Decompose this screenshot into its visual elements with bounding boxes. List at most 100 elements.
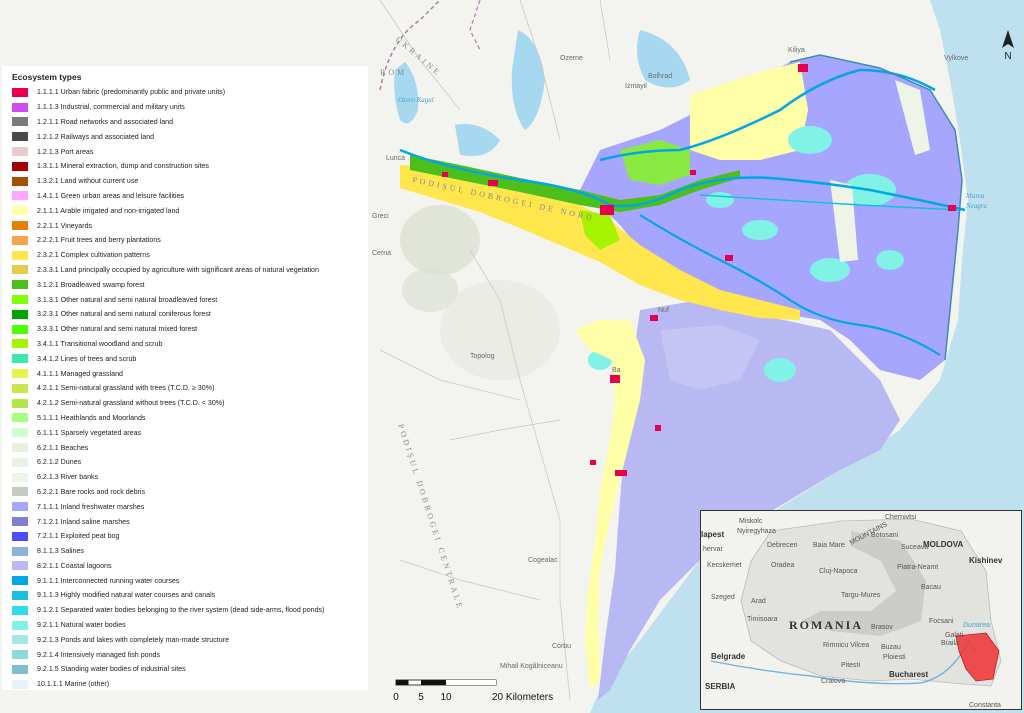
lake bbox=[810, 258, 850, 282]
legend-item: 6.2.1.1 Beaches bbox=[12, 440, 368, 455]
place-cerna: Cerna bbox=[372, 250, 391, 257]
place-mihail: Mihail Kogălniceanu bbox=[500, 663, 563, 670]
legend-item: 1.3.2.1 Land without current use bbox=[12, 174, 368, 189]
inset-label-rimnicu: Rimnicu Vilcea bbox=[823, 642, 869, 649]
legend-title: Ecosystem types bbox=[12, 72, 82, 82]
legend-swatch bbox=[12, 87, 28, 97]
inset-label-oradea: Oradea bbox=[771, 562, 794, 569]
legend-item-label: 3.3.3.1 Other natural and semi natural m… bbox=[37, 325, 198, 334]
legend-item-label: 8.2.1.1 Coastal lagoons bbox=[37, 561, 112, 570]
north-label: N bbox=[1004, 51, 1011, 62]
legend-item: 3.4.1.2 Lines of trees and scrub bbox=[12, 351, 368, 366]
lake bbox=[764, 358, 796, 382]
legend-item-label: 2.1.1.1 Arable irrigated and non-irrigat… bbox=[37, 206, 180, 215]
legend-item: 4.1.1.1 Managed grassland bbox=[12, 366, 368, 381]
inset-label-szeged: Szeged bbox=[711, 594, 735, 601]
legend-item: 3.4.1.1 Transitional woodland and scrub bbox=[12, 337, 368, 352]
legend-item: 6.2.2.1 Bare rocks and rock debris bbox=[12, 485, 368, 500]
legend-item: 8.1.1.3 Salines bbox=[12, 544, 368, 559]
legend-item-label: 6.2.1.1 Beaches bbox=[37, 443, 89, 452]
legend-item: 9.2.1.5 Standing water bodies of industr… bbox=[12, 662, 368, 677]
legend-swatch bbox=[12, 235, 28, 245]
legend-swatch bbox=[12, 250, 28, 260]
inset-label-bacau: Bacau bbox=[921, 584, 941, 591]
legend-swatch bbox=[12, 635, 28, 645]
place-cogealac: Cogealac bbox=[528, 557, 558, 564]
legend-swatch bbox=[12, 221, 28, 231]
legend-swatch bbox=[12, 354, 28, 364]
legend-swatch bbox=[12, 502, 28, 512]
legend-item-label: 1.1.1.3 Industrial, commercial and milit… bbox=[37, 103, 185, 112]
place-izmayil: Izmayil bbox=[625, 83, 647, 90]
inset-label-kecskemet: Kecskemet bbox=[707, 562, 742, 569]
legend-swatch bbox=[12, 369, 28, 379]
scale-tick-5: 5 bbox=[418, 692, 424, 703]
place-topolog: Topolog bbox=[470, 353, 495, 360]
legend-item: 7.2.1.1 Exploited peat bog bbox=[12, 529, 368, 544]
inset-label-hervar: hervar bbox=[703, 546, 724, 553]
legend-item-label: 9.2.1.4 Intensively managed fish ponds bbox=[37, 650, 161, 659]
legend-item: 7.1.2.1 Inland saline marshes bbox=[12, 514, 368, 529]
lake bbox=[876, 250, 904, 270]
legend-item-label: 5.1.1.1 Heathlands and Moorlands bbox=[37, 413, 146, 422]
inset-label-debrecen: Debrecen bbox=[767, 542, 797, 549]
legend-swatch bbox=[12, 650, 28, 660]
legend-item: 9.1.2.1 Separated water bodies belonging… bbox=[12, 603, 368, 618]
inset-label-kishinev: Kishinev bbox=[969, 556, 1003, 565]
legend-swatch bbox=[12, 383, 28, 393]
inset-label-romania: ROMANIA bbox=[789, 618, 863, 632]
scale-bar: 0 5 10 20 Kilometers bbox=[393, 679, 553, 703]
legend-swatch bbox=[12, 102, 28, 112]
country-label-romania: ROM bbox=[380, 68, 407, 77]
legend-item-label: 2.2.2.1 Fruit trees and berry plantation… bbox=[37, 236, 161, 245]
legend-swatch bbox=[12, 147, 28, 157]
inset-label-bucharest: Bucharest bbox=[889, 670, 928, 679]
legend-item: 1.2.1.2 Railways and associated land bbox=[12, 129, 368, 144]
legend-swatch bbox=[12, 443, 28, 453]
legend-item-label: 1.2.1.2 Railways and associated land bbox=[37, 132, 155, 141]
legend-swatch bbox=[12, 339, 28, 349]
inset-label-cluj: Cluj-Napoca bbox=[819, 568, 858, 575]
inset-label-nyiregyhaza: Nyiregyhaza bbox=[737, 528, 776, 535]
legend-item-label: 1.3.1.1 Mineral extraction, dump and con… bbox=[37, 162, 209, 171]
legend-item-label: 6.2.2.1 Bare rocks and rock debris bbox=[37, 487, 146, 496]
legend-item: 1.1.1.1 Urban fabric (predominantly publ… bbox=[12, 85, 368, 100]
legend-item-label: 3.1.2.1 Broadleaved swamp forest bbox=[37, 280, 145, 289]
legend-swatch bbox=[12, 132, 28, 142]
scale-tick-0: 0 bbox=[393, 692, 399, 703]
legend-item-label: 3.1.3.1 Other natural and semi natural b… bbox=[37, 295, 218, 304]
place-kiliya: Kiliya bbox=[788, 47, 805, 54]
place-nufaru: Nuf bbox=[658, 307, 669, 314]
legend-swatch bbox=[12, 191, 28, 201]
lake bbox=[742, 220, 778, 240]
inset-label-suceava: Suceava bbox=[901, 544, 928, 551]
legend-item-label: 8.1.1.3 Salines bbox=[37, 547, 84, 556]
inset-label-miskolc: Miskolc bbox=[739, 518, 763, 525]
lake bbox=[706, 192, 734, 208]
legend-item: 9.1.1.3 Highly modified natural water co… bbox=[12, 588, 368, 603]
legend-item: 6.1.1.1 Sparsely vegetated areas bbox=[12, 425, 368, 440]
place-corbu: Corbu bbox=[552, 643, 571, 650]
legend-item-label: 3.2.3.1 Other natural and semi natural c… bbox=[37, 310, 211, 319]
legend-item: 1.3.1.1 Mineral extraction, dump and con… bbox=[12, 159, 368, 174]
legend-item-label: 6.2.1.2 Dunes bbox=[37, 458, 82, 467]
place-bolhrad: Bolhrad bbox=[648, 73, 672, 80]
lake bbox=[788, 126, 832, 154]
legend-swatch bbox=[12, 413, 28, 423]
inset-label-pitesti: Pitesti bbox=[841, 662, 861, 669]
legend-item-label: 9.2.1.5 Standing water bodies of industr… bbox=[37, 665, 186, 674]
map-legend: Ecosystem types 1.1.1.1 Urban fabric (pr… bbox=[2, 66, 368, 690]
inset-label-belgrade: Belgrade bbox=[711, 652, 746, 661]
legend-swatch bbox=[12, 206, 28, 216]
legend-swatch bbox=[12, 531, 28, 541]
legend-item: 1.1.1.3 Industrial, commercial and milit… bbox=[12, 100, 368, 115]
legend-item: 8.2.1.1 Coastal lagoons bbox=[12, 559, 368, 574]
legend-swatch bbox=[12, 605, 28, 615]
inset-label-timisoara: Timisoara bbox=[747, 616, 778, 623]
legend-swatch bbox=[12, 457, 28, 467]
inset-label-baia-mare: Baia Mare bbox=[813, 542, 845, 549]
legend-item-label: 4.1.1.1 Managed grassland bbox=[37, 369, 123, 378]
place-greci: Greci bbox=[372, 213, 389, 220]
legend-swatch bbox=[12, 176, 28, 186]
legend-item: 2.3.2.1 Complex cultivation patterns bbox=[12, 248, 368, 263]
